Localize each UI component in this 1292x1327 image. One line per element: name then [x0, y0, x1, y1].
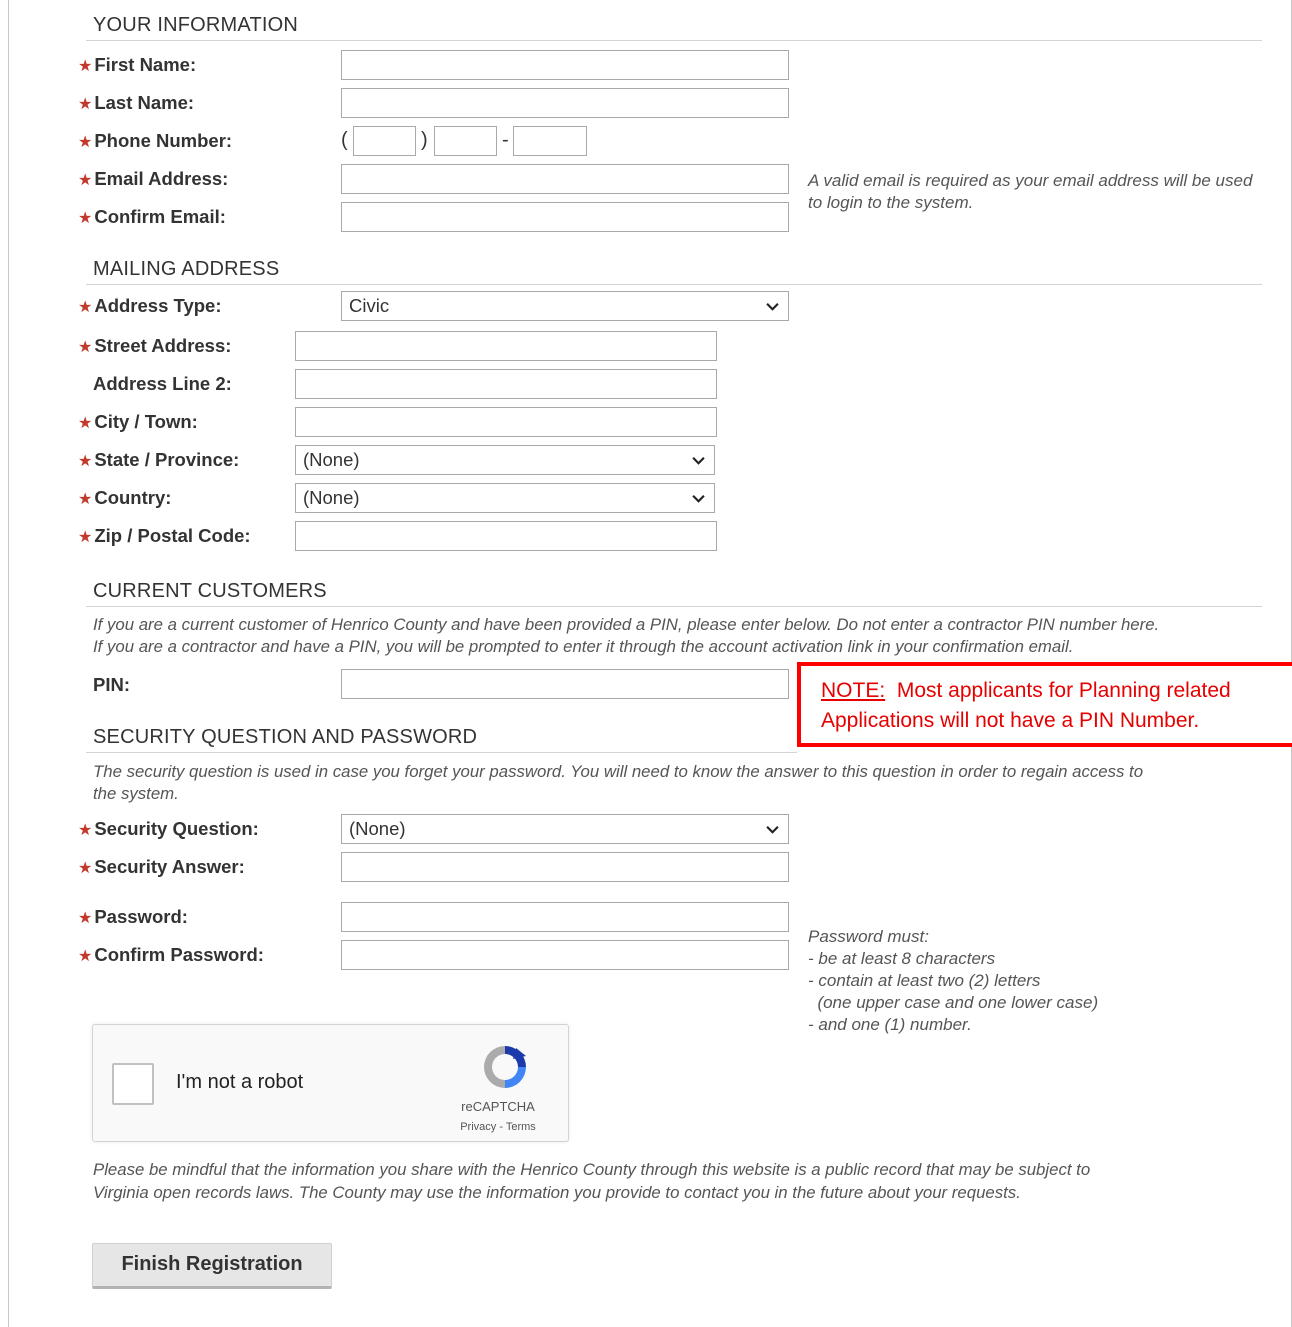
chevron-down-icon: [766, 303, 779, 311]
pin-note-callout: NOTE: Most applicants for Planning relat…: [797, 662, 1292, 747]
address-type-value: Civic: [349, 295, 390, 316]
last-name-label: ★ Last Name:: [78, 92, 195, 113]
pin-input[interactable]: [341, 669, 789, 699]
section-title-mailing-address: MAILING ADDRESS: [93, 258, 280, 280]
phone-number-label: ★ Phone Number:: [78, 130, 233, 151]
phone-area-code-input[interactable]: [353, 126, 416, 156]
section-title-security: SECURITY QUESTION AND PASSWORD: [93, 726, 478, 748]
security-question-select[interactable]: (None): [341, 814, 789, 844]
section-divider: [86, 606, 1262, 607]
security-question-label: ★ Security Question:: [78, 818, 259, 839]
state-province-label: ★ State / Province:: [78, 449, 240, 470]
required-icon: ★: [78, 415, 93, 432]
recaptcha-brand: reCAPTCHA: [461, 1099, 535, 1114]
state-province-select[interactable]: (None): [295, 445, 715, 475]
country-value: (None): [303, 487, 360, 508]
street-address-label: ★ Street Address:: [78, 335, 232, 356]
required-icon: ★: [78, 453, 93, 470]
phone-open-paren: (: [341, 129, 348, 151]
password-rule: - contain at least two (2) letters: [808, 971, 1041, 990]
required-icon: ★: [78, 134, 93, 151]
password-label: ★ Password:: [78, 906, 188, 927]
chevron-down-icon: [692, 495, 705, 503]
note-line2: Applications will not have a PIN Number.: [821, 709, 1200, 732]
required-icon: ★: [78, 172, 93, 189]
address-line-2-label: Address Line 2:: [93, 373, 232, 394]
recaptcha-checkbox[interactable]: [112, 1063, 154, 1105]
recaptcha-label: I'm not a robot: [176, 1071, 304, 1093]
city-town-label: ★ City / Town:: [78, 411, 198, 432]
security-description-line2: the system.: [93, 784, 179, 803]
recaptcha-privacy-terms-link[interactable]: Privacy - Terms: [453, 1121, 543, 1133]
required-icon: ★: [78, 210, 93, 227]
email-address-label: ★ Email Address:: [78, 168, 229, 189]
chevron-down-icon: [766, 826, 779, 834]
confirm-email-input[interactable]: [341, 202, 789, 232]
password-rule: - be at least 8 characters: [808, 949, 996, 968]
password-input[interactable]: [341, 902, 789, 932]
pin-label: PIN:: [93, 674, 130, 695]
country-label: ★ Country:: [78, 487, 172, 508]
required-icon: ★: [78, 860, 93, 877]
section-title-your-information: YOUR INFORMATION: [93, 14, 299, 36]
required-icon: ★: [78, 948, 93, 965]
password-rule: - and one (1) number.: [808, 1015, 972, 1034]
confirm-password-input[interactable]: [341, 940, 789, 970]
address-type-select[interactable]: Civic: [341, 291, 789, 321]
phone-prefix-input[interactable]: [434, 126, 497, 156]
required-icon: ★: [78, 339, 93, 356]
zip-postal-code-input[interactable]: [295, 521, 717, 551]
required-icon: ★: [78, 910, 93, 927]
address-line-2-input[interactable]: [295, 369, 717, 399]
password-rules: Password must: - be at least 8 characters…: [808, 926, 1098, 1036]
security-answer-input[interactable]: [341, 852, 789, 882]
email-address-input[interactable]: [341, 164, 789, 194]
security-description-line1: The security question is used in case yo…: [93, 762, 1144, 781]
disclaimer-line2: Virginia open records laws. The County m…: [93, 1183, 1021, 1202]
section-divider: [86, 752, 797, 753]
country-select[interactable]: (None): [295, 483, 715, 513]
phone-close-paren: ): [421, 129, 428, 151]
recaptcha-logo-icon: [484, 1046, 526, 1088]
security-question-value: (None): [349, 818, 406, 839]
required-icon: ★: [78, 491, 93, 508]
required-icon: ★: [78, 299, 93, 316]
section-divider: [86, 284, 1262, 285]
note-label: NOTE:: [821, 679, 886, 702]
first-name-label: ★ First Name:: [78, 54, 197, 75]
required-icon: ★: [78, 822, 93, 839]
password-rule: Password must:: [808, 927, 929, 946]
confirm-password-label: ★ Confirm Password:: [78, 944, 264, 965]
disclaimer-line1: Please be mindful that the information y…: [93, 1160, 1091, 1179]
section-title-current-customers: CURRENT CUSTOMERS: [93, 580, 327, 602]
section-divider: [86, 40, 1262, 41]
required-icon: ★: [78, 96, 93, 113]
chevron-down-icon: [692, 457, 705, 465]
email-hint: A valid email is required as your email …: [808, 171, 1253, 212]
city-town-input[interactable]: [295, 407, 717, 437]
phone-dash: -: [502, 129, 509, 151]
current-customers-description-line2: If you are a contractor and have a PIN, …: [93, 637, 1074, 656]
recaptcha-widget: I'm not a robot reCAPTCHA Privacy - Term…: [92, 1024, 569, 1142]
required-icon: ★: [78, 529, 93, 546]
street-address-input[interactable]: [295, 331, 717, 361]
current-customers-description-line1: If you are a current customer of Henrico…: [93, 615, 1160, 634]
first-name-input[interactable]: [341, 50, 789, 80]
zip-postal-code-label: ★ Zip / Postal Code:: [78, 525, 251, 546]
finish-registration-button[interactable]: Finish Registration: [92, 1243, 332, 1289]
security-answer-label: ★ Security Answer:: [78, 856, 245, 877]
note-line1: Most applicants for Planning related: [896, 679, 1231, 702]
required-icon: ★: [78, 58, 93, 75]
confirm-email-label: ★ Confirm Email:: [78, 206, 226, 227]
state-province-value: (None): [303, 449, 360, 470]
address-type-label: ★ Address Type:: [78, 295, 222, 316]
last-name-input[interactable]: [341, 88, 789, 118]
password-rule: (one upper case and one lower case): [808, 993, 1099, 1012]
phone-line-input[interactable]: [513, 126, 587, 156]
